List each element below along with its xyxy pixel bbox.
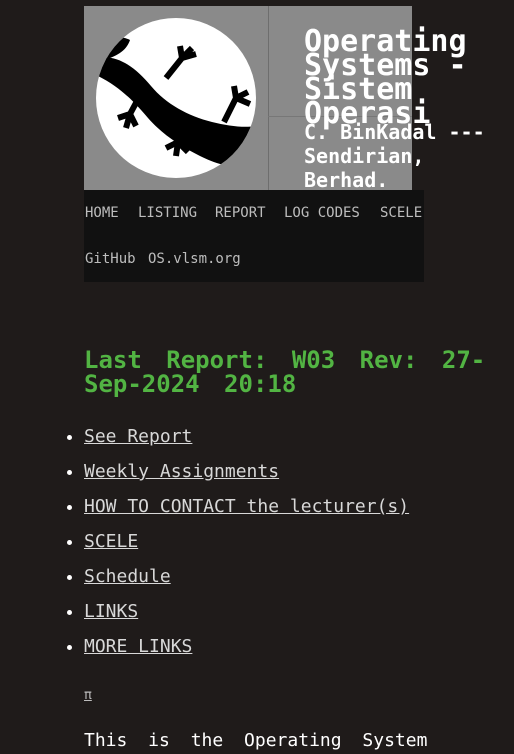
list-item: Weekly Assignments bbox=[84, 459, 514, 494]
links-list: See Report Weekly Assignments HOW TO CON… bbox=[64, 424, 514, 669]
intro-text: This is the Operating System bbox=[84, 730, 428, 751]
nav-github[interactable]: GitHub bbox=[85, 251, 136, 267]
list-item: HOW TO CONTACT the lecturer(s) bbox=[84, 494, 514, 529]
link-more-links[interactable]: MORE LINKS bbox=[84, 636, 192, 657]
nav-home[interactable]: HOME bbox=[85, 205, 119, 221]
link-scele[interactable]: SCELE bbox=[84, 531, 138, 552]
nav-log-codes[interactable]: LOG CODES bbox=[284, 205, 360, 221]
link-contact-lecturer[interactable]: HOW TO CONTACT the lecturer(s) bbox=[84, 496, 409, 517]
link-weekly-assignments[interactable]: Weekly Assignments bbox=[84, 461, 279, 482]
list-item: MORE LINKS bbox=[84, 634, 514, 669]
site-title: Operating Systems - Sistem Operasi bbox=[304, 24, 467, 131]
nav-listing[interactable]: LISTING bbox=[138, 205, 197, 221]
nav-report[interactable]: REPORT bbox=[215, 205, 266, 221]
pi-link[interactable]: π bbox=[84, 688, 92, 703]
gecko-icon bbox=[96, 36, 256, 169]
site-subtitle: C. BinKadal --- Sendirian, Berhad. bbox=[304, 120, 485, 192]
list-item: Schedule bbox=[84, 564, 514, 599]
link-schedule[interactable]: Schedule bbox=[84, 566, 171, 587]
logo[interactable] bbox=[84, 6, 269, 190]
list-item: LINKS bbox=[84, 599, 514, 634]
link-see-report[interactable]: See Report bbox=[84, 426, 192, 447]
logo-circle bbox=[96, 18, 256, 178]
list-item: See Report bbox=[84, 424, 514, 459]
last-report-heading: Last Report: W03 Rev: 27-Sep-2024 20:18 bbox=[84, 346, 486, 398]
nav-os-vlsm[interactable]: OS.vlsm.org bbox=[148, 251, 241, 267]
nav-scele[interactable]: SCELE bbox=[380, 205, 422, 221]
main-nav: HOME LISTING REPORT LOG CODES SCELE GitH… bbox=[84, 190, 424, 282]
list-item: SCELE bbox=[84, 529, 514, 564]
link-links[interactable]: LINKS bbox=[84, 601, 138, 622]
